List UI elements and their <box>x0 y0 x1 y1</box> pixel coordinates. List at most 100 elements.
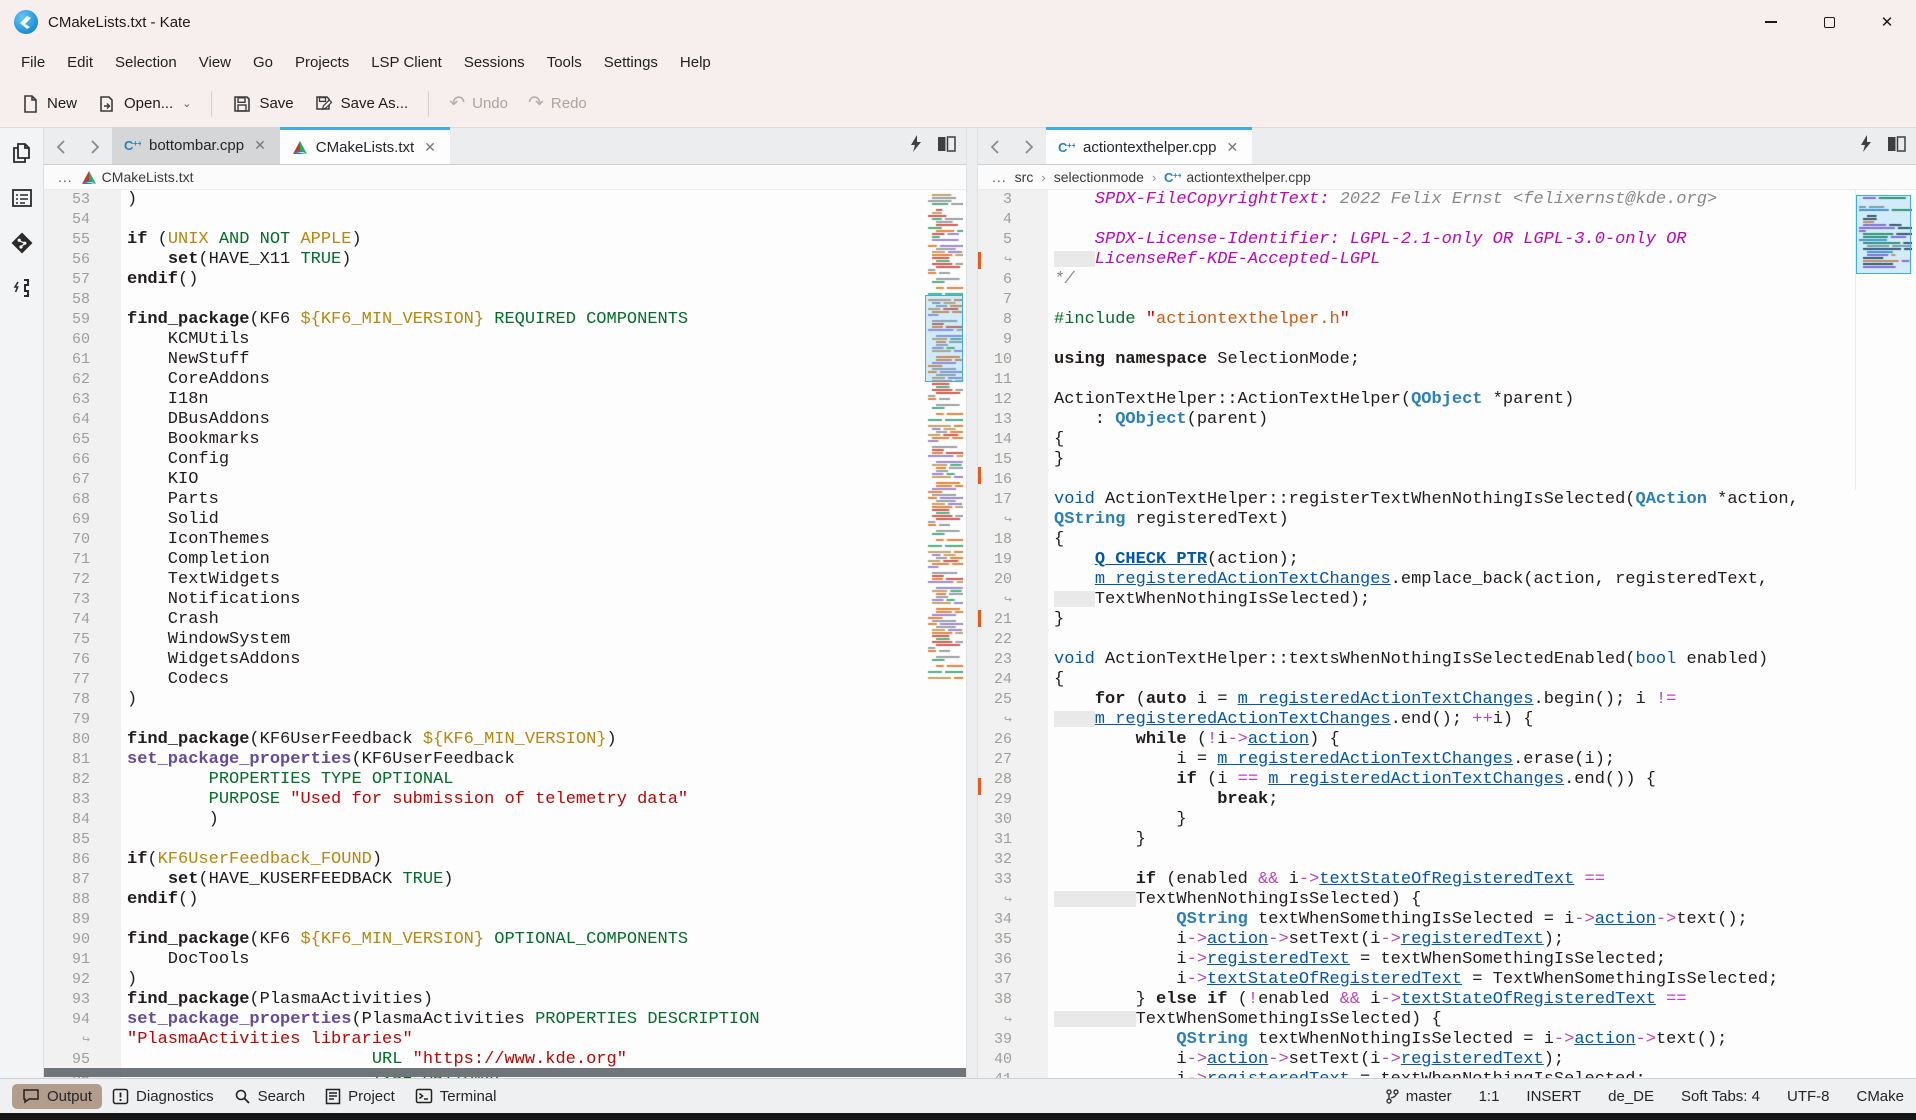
menu-projects[interactable]: Projects <box>284 49 360 76</box>
tab-bottombar.cpp[interactable]: C++bottombar.cpp ✕ <box>112 127 280 164</box>
breadcrumb-overflow[interactable]: ... <box>992 169 1007 185</box>
tab-close-icon[interactable]: ✕ <box>422 139 438 156</box>
close-button[interactable]: ✕ <box>1858 0 1916 44</box>
pane-splitter[interactable] <box>966 128 978 1078</box>
wrap-indicator-icon: ↪ <box>82 1032 90 1047</box>
svg-text:++: ++ <box>133 139 141 148</box>
right-editor[interactable]: 3 SPDX-FileCopyrightText: 2022 Felix Ern… <box>978 190 1916 1078</box>
statusbar-terminal-button[interactable]: Terminal <box>405 1084 507 1109</box>
save-as-button[interactable]: Save As... <box>304 87 419 121</box>
sidebar-lsp-symbols-icon[interactable] <box>9 275 35 301</box>
history-back-button[interactable] <box>978 130 1012 164</box>
statusbar-value: 1:1 <box>1479 1088 1500 1105</box>
menu-settings[interactable]: Settings <box>593 49 669 76</box>
code-line: ↪TextWhenNothingIsSelected); <box>978 590 1916 610</box>
maximize-button[interactable] <box>1800 0 1858 44</box>
quick-open-bolt-icon[interactable] <box>910 135 923 157</box>
statusbar-field-cmake[interactable]: CMake <box>1856 1088 1904 1105</box>
quick-open-bolt-icon[interactable] <box>1860 135 1873 157</box>
save-button[interactable]: Save <box>222 87 303 121</box>
minimap-scrollbar[interactable] <box>925 190 963 690</box>
history-forward-button[interactable] <box>78 130 112 164</box>
code-line: 23void ActionTextHelper::textsWhenNothin… <box>978 650 1916 670</box>
line-number: ↪ <box>978 890 1048 910</box>
statusbar-value: UTF-8 <box>1787 1088 1830 1105</box>
statusbar-field-1-1[interactable]: 1:1 <box>1479 1088 1500 1105</box>
history-back-button[interactable] <box>44 130 78 164</box>
statusbar-field-de_de[interactable]: de_DE <box>1608 1088 1654 1105</box>
history-forward-button[interactable] <box>1012 130 1046 164</box>
statusbar-value: de_DE <box>1608 1088 1654 1105</box>
code-line: 86if(KF6UserFeedback_FOUND) <box>44 850 966 870</box>
horizontal-scrollbar[interactable] <box>44 1068 966 1077</box>
left-editor[interactable]: 53)5455if (UNIX AND NOT APPLE)56 set(HAV… <box>44 190 966 1078</box>
cmake-file-icon <box>81 170 97 185</box>
search-icon <box>234 1088 251 1105</box>
statusbar-search-button[interactable]: Search <box>224 1084 316 1109</box>
statusbar-field-insert[interactable]: INSERT <box>1526 1088 1581 1105</box>
wrap-indicator-icon: ↪ <box>1004 592 1012 607</box>
menu-lsp-client[interactable]: LSP Client <box>360 49 453 76</box>
split-view-icon[interactable] <box>937 136 956 157</box>
sidebar-project-list-icon[interactable] <box>9 185 35 211</box>
breadcrumb-item[interactable]: CMakeLists.txt <box>81 169 194 185</box>
cpp-file-icon: C++ <box>1164 170 1181 185</box>
breadcrumb-item[interactable]: src <box>1015 169 1034 185</box>
line-number: 24 <box>978 670 1048 690</box>
left-breadcrumb: ... CMakeLists.txt <box>44 165 966 190</box>
breadcrumb-overflow[interactable]: ... <box>58 169 73 185</box>
code-line: 3 SPDX-FileCopyrightText: 2022 Felix Ern… <box>978 190 1916 210</box>
minimap-viewport[interactable] <box>1856 195 1911 274</box>
sidebar-git-icon[interactable] <box>9 230 35 256</box>
menubar: FileEditSelectionViewGoProjectsLSP Clien… <box>0 44 1916 80</box>
statusbar-project-button[interactable]: Project <box>315 1084 405 1109</box>
menu-selection[interactable]: Selection <box>104 49 188 76</box>
line-number: 16 <box>978 470 1048 490</box>
breadcrumb-item[interactable]: selectionmode <box>1054 169 1144 185</box>
tab-close-icon[interactable]: ✕ <box>252 137 268 154</box>
code-line: ↪m_registeredActionTextChanges.end(); ++… <box>978 710 1916 730</box>
menu-tools[interactable]: Tools <box>536 49 593 76</box>
line-number: 82 <box>44 770 121 790</box>
statusbar-output-button[interactable]: Output <box>12 1084 102 1109</box>
new-button[interactable]: New <box>10 87 87 121</box>
code-line: 31 } <box>978 830 1916 850</box>
statusbar-field-master[interactable]: master <box>1385 1088 1452 1105</box>
line-number: 73 <box>44 590 121 610</box>
tab-actiontexthelper.cpp[interactable]: C++actiontexthelper.cpp ✕ <box>1046 127 1252 164</box>
line-number: 89 <box>44 910 121 930</box>
statusbar-value: CMake <box>1856 1088 1904 1105</box>
statusbar-diagnostics-button[interactable]: Diagnostics <box>102 1084 224 1109</box>
tab-close-icon[interactable]: ✕ <box>1224 139 1240 156</box>
tab-CMakeLists.txt[interactable]: CMakeLists.txt ✕ <box>280 127 450 164</box>
menu-file[interactable]: File <box>10 49 56 76</box>
minimize-button[interactable] <box>1742 0 1800 44</box>
line-number: 95 <box>44 1050 121 1070</box>
statusbar-field-utf-8[interactable]: UTF-8 <box>1787 1088 1830 1105</box>
menu-go[interactable]: Go <box>242 49 284 76</box>
menu-view[interactable]: View <box>188 49 242 76</box>
minimap-scrollbar[interactable] <box>1855 190 1911 490</box>
code-line: 8#include "actiontexthelper.h" <box>978 310 1916 330</box>
tab-label: bottombar.cpp <box>149 137 244 154</box>
menu-help[interactable]: Help <box>669 49 722 76</box>
line-number: 90 <box>44 930 121 950</box>
menu-sessions[interactable]: Sessions <box>453 49 536 76</box>
minimap-viewport[interactable] <box>925 295 963 382</box>
sidebar-documents-icon[interactable] <box>9 140 35 166</box>
breadcrumb-label: actiontexthelper.cpp <box>1186 169 1311 185</box>
undo-button[interactable]: ↶Undo <box>439 85 518 122</box>
breadcrumb-item[interactable]: C++ actiontexthelper.cpp <box>1164 169 1311 185</box>
wrap-indent-fill <box>1054 1011 1136 1027</box>
split-view-icon[interactable] <box>1887 136 1906 157</box>
code-line: 83 PURPOSE "Used for submission of telem… <box>44 790 966 810</box>
wrap-indicator-icon: ↪ <box>1004 512 1012 527</box>
code-line: 22 <box>978 630 1916 650</box>
statusbar-field-soft-tabs--4[interactable]: Soft Tabs: 4 <box>1681 1088 1760 1105</box>
open-button[interactable]: Open...⌄ <box>87 87 201 121</box>
redo-button[interactable]: ↷Redo <box>518 85 597 122</box>
line-number: 30 <box>978 810 1048 830</box>
code-line: 9 <box>978 330 1916 350</box>
line-number: 3 <box>978 190 1048 210</box>
menu-edit[interactable]: Edit <box>56 49 104 76</box>
